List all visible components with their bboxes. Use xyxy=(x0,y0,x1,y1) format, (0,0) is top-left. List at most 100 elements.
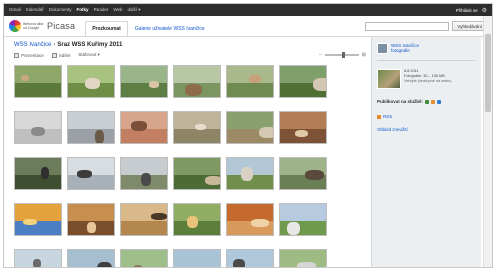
avatar[interactable] xyxy=(377,43,388,54)
divider xyxy=(377,60,476,61)
photo-subject xyxy=(131,121,147,131)
photo-thumbnail[interactable] xyxy=(279,111,327,144)
photo-ground xyxy=(15,221,61,235)
photo-thumbnail[interactable] xyxy=(120,203,168,236)
photo-ground xyxy=(227,83,273,97)
photo-thumbnail[interactable] xyxy=(120,249,168,267)
photo-thumbnail[interactable] xyxy=(173,65,221,98)
photo-thumbnail[interactable] xyxy=(14,249,62,267)
photo-thumbnail[interactable] xyxy=(173,157,221,190)
slideshow-icon xyxy=(14,52,19,58)
picasa-header: Webová alba od Google Picasa Prozkoumat … xyxy=(4,16,492,37)
photo-thumbnail[interactable] xyxy=(14,111,62,144)
zoom-slider[interactable] xyxy=(324,52,359,58)
photo-subject xyxy=(241,167,253,181)
header-tabs: Prozkoumat Galerie uživatele WSS Ivančic… xyxy=(85,16,211,36)
download-button[interactable]: Stáhnout ▾ xyxy=(78,52,100,58)
photo-thumbnail[interactable] xyxy=(226,111,274,144)
google-bar-links: Gmail Kalendář Dokumenty Fotky Reader Web dalš… xyxy=(9,7,141,13)
owner-card[interactable]: WSS Ivančice fotografie xyxy=(377,43,476,54)
search-area: Vyhledávání xyxy=(365,21,487,31)
google-bar: Gmail Kalendář Dokumenty Fotky Reader Web dalš… xyxy=(4,4,492,16)
zoom-slider-handle[interactable] xyxy=(341,52,345,58)
page-scrollbar[interactable] xyxy=(483,16,492,267)
photo-thumbnail[interactable] xyxy=(173,111,221,144)
photo-thumbnail[interactable] xyxy=(279,249,327,268)
report-abuse-link[interactable]: Ohlásit zneužití xyxy=(377,127,476,132)
photo-thumbnail[interactable] xyxy=(120,111,168,144)
photo-subject xyxy=(133,265,143,267)
album-meta: 8.8.2011 Fotografie: 30 – 106 MB Veřejné… xyxy=(404,69,452,89)
photo-thumbnail[interactable] xyxy=(67,111,115,144)
picasa-logo[interactable]: Webová alba od Google Picasa xyxy=(9,20,75,32)
google-bar-link[interactable]: Web xyxy=(113,7,122,13)
google-bar-link[interactable]: další ▾ xyxy=(128,7,141,13)
share-label: Sdílet xyxy=(58,52,71,58)
photo-subject xyxy=(31,127,45,136)
photo-subject xyxy=(185,84,202,96)
photo-subject xyxy=(313,78,326,91)
photo-ground xyxy=(68,129,114,143)
rss-label: RSS xyxy=(383,114,393,119)
photo-subject xyxy=(33,259,41,267)
photo-thumbnail[interactable] xyxy=(279,65,327,98)
photo-thumbnail[interactable] xyxy=(226,157,274,190)
zoom-in-icon[interactable]: ⊞ xyxy=(362,52,366,58)
photo-thumbnail[interactable] xyxy=(173,249,221,267)
tab-explore[interactable]: Prozkoumat xyxy=(85,21,128,36)
album-cover-thumbnail[interactable] xyxy=(377,69,401,89)
photo-thumbnail[interactable] xyxy=(226,203,274,236)
photo-ground xyxy=(280,267,326,268)
photo-thumbnail[interactable] xyxy=(279,203,327,236)
gear-icon[interactable]: ⚙ xyxy=(482,7,487,14)
photo-thumbnail[interactable] xyxy=(14,203,62,236)
zoom-out-icon[interactable]: − xyxy=(319,52,322,58)
photo-ground xyxy=(227,267,273,268)
breadcrumb-owner[interactable]: WSS Ivančice xyxy=(14,42,51,48)
photo-thumbnail[interactable] xyxy=(67,157,115,190)
share-service-icon[interactable] xyxy=(425,99,430,104)
logo-brand: Picasa xyxy=(47,21,76,31)
photo-ground xyxy=(15,83,61,97)
rss-link[interactable]: RSS xyxy=(377,114,476,119)
logo-tagline: Webová alba od Google xyxy=(23,22,44,30)
google-bar-link[interactable]: Dokumenty xyxy=(49,7,72,13)
photo-subject xyxy=(97,262,112,267)
photo-thumbnail[interactable] xyxy=(226,249,274,268)
tab-user-gallery[interactable]: Galerie uživatele WSS Ivančice xyxy=(128,21,212,36)
google-bar-link[interactable]: Fotky xyxy=(77,7,89,13)
scrollbar-thumb[interactable] xyxy=(485,34,491,112)
search-input[interactable] xyxy=(365,21,450,31)
login-link[interactable]: Přihlásit se xyxy=(456,8,478,13)
photo-thumbnail[interactable] xyxy=(120,65,168,98)
share-service-icon[interactable] xyxy=(431,99,436,104)
photo-subject xyxy=(195,124,206,130)
share-service-icon[interactable] xyxy=(437,99,442,104)
photo-thumbnail[interactable] xyxy=(14,157,62,190)
google-bar-link[interactable]: Gmail xyxy=(9,7,21,13)
photo-thumbnail[interactable] xyxy=(67,249,115,268)
photo-thumbnail[interactable] xyxy=(279,157,327,190)
breadcrumb-separator: › xyxy=(53,42,56,48)
search-button[interactable]: Vyhledávání xyxy=(452,21,487,31)
photo-thumbnail[interactable] xyxy=(67,65,115,98)
google-bar-link[interactable]: Reader xyxy=(94,7,109,13)
album-title: Sraz WSS Kuřimy 2011 xyxy=(57,42,123,48)
photo-subject xyxy=(249,75,261,83)
breadcrumb: WSS Ivančice › Sraz WSS Kuřimy 2011 xyxy=(14,42,366,48)
photo-subject xyxy=(297,262,316,267)
share-button[interactable]: Sdílet xyxy=(51,52,71,58)
photo-subject xyxy=(95,130,104,143)
photo-thumbnail[interactable] xyxy=(120,157,168,190)
photo-ground xyxy=(68,267,114,268)
photo-thumbnail[interactable] xyxy=(226,65,274,98)
photo-subject xyxy=(87,222,96,233)
google-bar-link[interactable]: Kalendář xyxy=(26,7,44,13)
slideshow-button[interactable]: Prezentace xyxy=(14,52,44,58)
photo-thumbnail[interactable] xyxy=(173,203,221,236)
photo-subject xyxy=(141,173,151,186)
photo-subject xyxy=(295,130,308,137)
owner-photos-link[interactable]: fotografie xyxy=(391,48,419,53)
photo-thumbnail[interactable] xyxy=(14,65,62,98)
photo-thumbnail[interactable] xyxy=(67,203,115,236)
